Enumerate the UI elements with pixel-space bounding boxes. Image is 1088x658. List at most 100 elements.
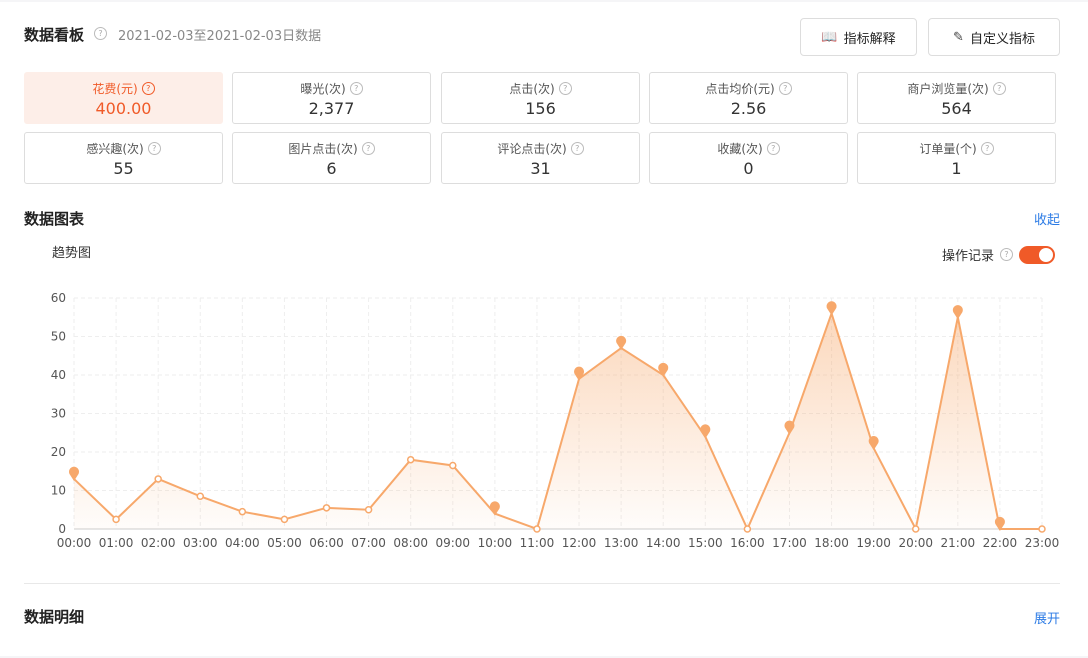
metric-label-row: 收藏(次)? — [650, 140, 847, 157]
data-point — [1038, 525, 1046, 533]
metric-label: 商户浏览量(次) — [907, 82, 989, 96]
metric-card[interactable]: 商户浏览量(次)? 564 — [857, 72, 1056, 124]
metric-label-row: 图片点击(次)? — [233, 140, 430, 157]
help-icon[interactable]: ? — [992, 82, 1006, 95]
operation-marker — [952, 305, 963, 320]
edit-icon: ✎ — [953, 29, 964, 45]
metric-label-row: 订单量(个)? — [858, 140, 1055, 157]
x-tick-label: 21:00 — [941, 536, 976, 550]
operation-marker — [69, 466, 79, 481]
y-tick-label: 10 — [51, 484, 66, 498]
operation-marker — [826, 301, 837, 316]
metric-label-row: 点击(次)? — [442, 80, 639, 97]
metric-value: 6 — [326, 159, 337, 178]
help-icon[interactable]: ? — [766, 142, 780, 155]
data-point — [112, 515, 120, 524]
x-tick-label: 12:00 — [562, 536, 597, 550]
metric-label: 订单量(个) — [919, 142, 977, 156]
metric-label-row: 感兴趣(次)? — [25, 140, 222, 157]
metric-value: 0 — [743, 159, 754, 178]
data-point — [533, 525, 541, 533]
book-icon: 📖 — [821, 29, 838, 45]
x-tick-label: 20:00 — [898, 536, 933, 550]
metric-card[interactable]: 点击均价(元)? 2.56 — [649, 72, 848, 124]
chart-section-title: 数据图表 — [24, 210, 85, 228]
expand-link[interactable]: 展开 — [1034, 608, 1060, 627]
data-point — [322, 504, 331, 512]
x-tick-label: 23:00 — [1025, 536, 1060, 550]
section-divider — [24, 583, 1060, 584]
x-tick-label: 03:00 — [183, 536, 218, 550]
area-fill — [74, 313, 1042, 529]
metric-value: 564 — [941, 99, 972, 118]
x-tick-label: 15:00 — [688, 536, 723, 550]
y-tick-label: 30 — [51, 407, 66, 421]
help-icon[interactable]: ? — [980, 142, 994, 155]
metric-label: 收藏(次) — [717, 142, 763, 156]
metric-value: 400.00 — [95, 99, 152, 118]
data-point — [280, 515, 289, 524]
metric-value: 2.56 — [730, 99, 767, 118]
metric-label-row: 评论点击(次)? — [442, 140, 639, 157]
metric-value: 2,377 — [308, 99, 355, 118]
metric-card[interactable]: 感兴趣(次)? 55 — [24, 132, 223, 184]
metric-card[interactable]: 评论点击(次)? 31 — [441, 132, 640, 184]
metric-card[interactable]: 订单量(个)? 1 — [857, 132, 1056, 184]
x-tick-label: 00:00 — [57, 536, 92, 550]
y-tick-label: 40 — [51, 368, 66, 382]
metric-card[interactable]: 收藏(次)? 0 — [649, 132, 848, 184]
metric-label: 点击(次) — [509, 82, 555, 96]
help-icon[interactable]: ? — [361, 142, 375, 155]
metric-label: 感兴趣(次) — [86, 142, 144, 156]
x-tick-label: 11:00 — [520, 536, 555, 550]
x-tick-label: 13:00 — [604, 536, 639, 550]
help-icon[interactable]: ? — [778, 82, 792, 95]
data-point — [154, 475, 162, 483]
page-title: 数据看板 — [24, 26, 85, 44]
help-icon[interactable]: ? — [147, 142, 161, 155]
metric-value: 1 — [951, 159, 962, 178]
y-tick-label: 20 — [51, 445, 66, 459]
collapse-link[interactable]: 收起 — [1034, 209, 1060, 228]
x-tick-label: 18:00 — [814, 536, 849, 550]
date-range: 2021-02-03至2021-02-03日数据 — [118, 29, 322, 44]
metric-card[interactable]: 点击(次)? 156 — [441, 72, 640, 124]
x-tick-label: 14:00 — [646, 536, 681, 550]
help-icon[interactable]: ? — [141, 82, 155, 95]
help-icon[interactable]: ? — [349, 82, 363, 95]
x-tick-label: 22:00 — [983, 536, 1018, 550]
metric-label-row: 商户浏览量(次)? — [858, 80, 1055, 97]
data-point — [364, 506, 373, 514]
x-tick-label: 16:00 — [730, 536, 765, 550]
metric-label: 评论点击(次) — [497, 142, 567, 156]
y-tick-label: 60 — [51, 291, 66, 305]
help-icon[interactable]: ? — [570, 142, 584, 155]
x-tick-label: 10:00 — [478, 536, 513, 550]
data-point — [449, 461, 457, 470]
metric-label: 图片点击(次) — [288, 142, 358, 156]
x-tick-label: 01:00 — [99, 536, 134, 550]
x-tick-label: 04:00 — [225, 536, 260, 550]
data-point — [238, 507, 247, 516]
metric-value: 156 — [525, 99, 556, 118]
x-tick-label: 06:00 — [309, 536, 344, 550]
x-tick-label: 17:00 — [772, 536, 807, 550]
metric-explain-label: 指标解释 — [843, 31, 896, 47]
data-point — [743, 525, 752, 533]
x-tick-label: 05:00 — [267, 536, 302, 550]
metric-card[interactable]: 图片点击(次)? 6 — [232, 132, 431, 184]
detail-section-title: 数据明细 — [24, 608, 85, 626]
x-tick-label: 09:00 — [435, 536, 470, 550]
y-tick-label: 0 — [58, 522, 66, 536]
metric-card[interactable]: 花费(元)? 400.00 — [24, 72, 223, 124]
x-tick-label: 02:00 — [141, 536, 176, 550]
metric-label-row: 花费(元)? — [25, 80, 222, 97]
help-icon[interactable]: ? — [94, 27, 107, 40]
metric-value: 31 — [530, 159, 551, 178]
help-icon[interactable]: ? — [558, 82, 572, 95]
custom-metric-label: 自定义指标 — [969, 31, 1035, 47]
data-point — [911, 525, 920, 533]
custom-metric-button[interactable]: ✎ 自定义指标 — [928, 18, 1060, 56]
metric-card[interactable]: 曝光(次)? 2,377 — [232, 72, 431, 124]
metric-explain-button[interactable]: 📖 指标解释 — [800, 18, 917, 56]
